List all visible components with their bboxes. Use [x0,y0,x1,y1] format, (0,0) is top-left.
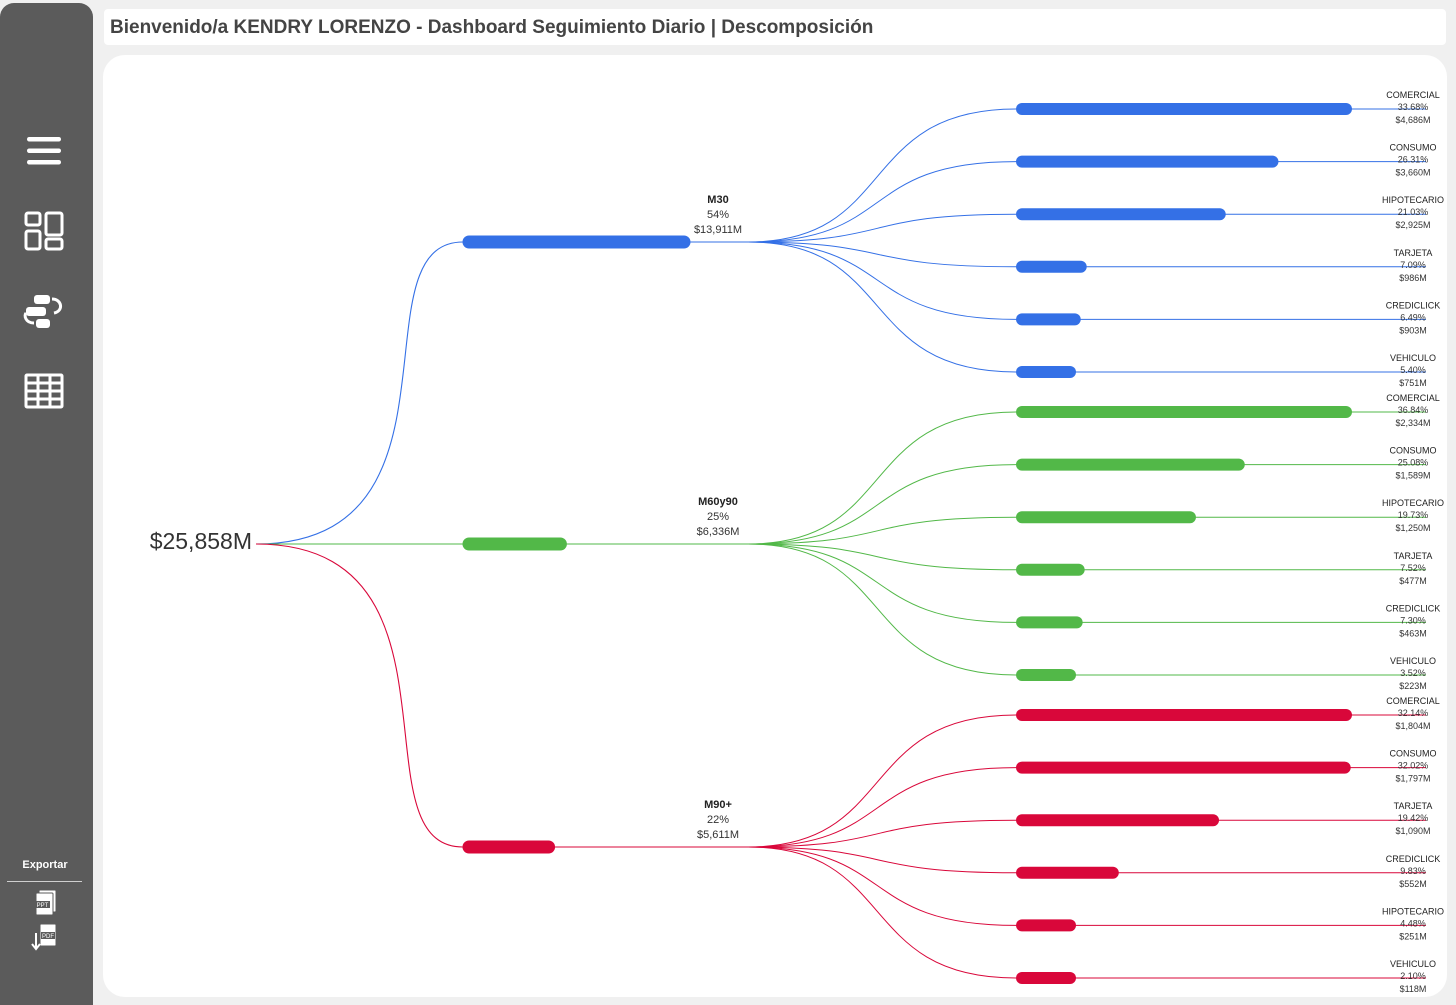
child-name-label: TARJETA [1394,248,1433,258]
child-pct-label: 4.48% [1400,918,1426,928]
child-name-label: VEHICULO [1390,959,1436,969]
child-pct-label: 19.42% [1398,813,1429,823]
child-value-label: $118M [1400,984,1427,994]
child-value-label: $552M [1399,879,1427,889]
group-to-child-link [747,161,1017,243]
child-pct-label: 19.73% [1398,510,1429,520]
root-to-group-link [255,241,464,545]
group-value-label: $5,611M [697,829,739,841]
child-value-label: $251M [1399,931,1427,941]
child-value-label: $2,334M [1395,418,1430,428]
child-pct-label: 25.08% [1398,458,1429,468]
child-name-label: TARJETA [1394,551,1433,561]
child-value-label: $477M [1399,576,1427,586]
child-value-label: $903M [1399,325,1427,335]
child-pct-label: 7.30% [1400,615,1426,625]
child-name-label: CONSUMO [1390,446,1437,456]
child-value-label: $751M [1399,378,1427,388]
child-pct-label: 21.03% [1398,207,1429,217]
child-name-label: CREDICLICK [1386,300,1441,310]
group-to-child-link [747,241,1017,373]
group-pct-label: 25% [707,511,729,523]
child-value-label: $1,589M [1395,471,1430,481]
group-to-child-link [747,846,1017,979]
group-pct-label: 54% [707,209,729,221]
group-to-child-link [747,846,1017,926]
child-pct-label: 3.52% [1400,668,1426,678]
child-name-label: COMERCIAL [1386,696,1440,706]
child-pct-label: 2.10% [1400,971,1426,981]
child-value-label: $986M [1399,273,1427,283]
child-name-label: COMERCIAL [1386,90,1440,100]
child-pct-label: 7.52% [1400,563,1426,573]
child-name-label: HIPOTECARIO [1382,906,1444,916]
child-pct-label: 5.40% [1400,365,1426,375]
group-name-label: M30 [707,194,728,206]
child-value-label: $4,686M [1395,115,1430,125]
child-name-label: VEHICULO [1390,656,1436,666]
decomposition-tree-chart: $25,858M M30 54% $13,911M COMERCIAL 33.68% $4,… [150,90,1444,994]
child-name-label: CONSUMO [1390,749,1437,759]
child-name-label: HIPOTECARIO [1382,498,1444,508]
child-pct-label: 32.14% [1398,708,1429,718]
group-to-child-link [747,241,1017,320]
group-value-label: $6,336M [697,526,740,538]
child-value-label: $463M [1399,628,1427,638]
child-name-label: CREDICLICK [1386,854,1441,864]
child-value-label: $1,804M [1395,721,1430,731]
child-name-label: CREDICLICK [1386,603,1441,613]
group-to-child-link [747,767,1017,848]
child-pct-label: 26.31% [1398,155,1429,165]
child-value-label: $1,090M [1395,826,1430,836]
child-name-label: COMERCIAL [1386,393,1440,403]
child-pct-label: 36.84% [1398,405,1429,415]
child-name-label: VEHICULO [1390,353,1436,363]
group-to-child-link [747,464,1017,545]
child-name-label: TARJETA [1394,801,1433,811]
child-name-label: CONSUMO [1390,143,1437,153]
group-to-child-link [747,543,1017,623]
child-value-label: $1,797M [1395,774,1430,784]
group-pct-label: 22% [707,814,729,826]
group-value-label: $13,911M [694,224,742,236]
root-to-group-link [255,543,464,848]
child-pct-label: 33.68% [1398,102,1429,112]
child-value-label: $223M [1399,681,1427,691]
child-pct-label: 6.49% [1400,312,1426,322]
child-name-label: HIPOTECARIO [1382,195,1444,205]
child-pct-label: 7.09% [1400,260,1426,270]
child-pct-label: 32.02% [1398,761,1429,771]
group-name-label: M60y90 [698,496,738,508]
child-pct-label: 9.83% [1400,866,1426,876]
child-value-label: $1,250M [1395,523,1430,533]
group-to-child-link [747,108,1017,243]
child-value-label: $3,660M [1395,168,1430,178]
group-name-label: M90+ [704,799,732,811]
group-to-child-link [747,543,1017,676]
group-to-child-link [747,411,1017,545]
group-to-child-link [747,714,1017,848]
root-value-label: $25,858M [150,528,252,554]
child-value-label: $2,925M [1395,220,1430,230]
